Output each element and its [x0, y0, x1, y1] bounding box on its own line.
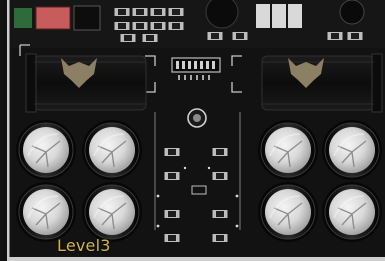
level-label: Level3 [57, 236, 111, 255]
capacitor [81, 181, 143, 243]
capacitor [15, 181, 77, 243]
center-mounting-hole [187, 108, 207, 128]
capacitor [321, 181, 383, 243]
capacitor [15, 119, 77, 181]
left-edge-frame [7, 0, 10, 261]
capacitor [257, 181, 319, 243]
capacitor [321, 119, 383, 181]
capacitor [81, 119, 143, 181]
top-center-capacitor [205, 0, 239, 29]
bottom-edge-frame [9, 257, 385, 261]
level-card-board[interactable] [0, 0, 385, 261]
left-bulk-capacitor [25, 53, 147, 113]
capacitor [257, 119, 319, 181]
top-left-connectors [14, 5, 101, 31]
